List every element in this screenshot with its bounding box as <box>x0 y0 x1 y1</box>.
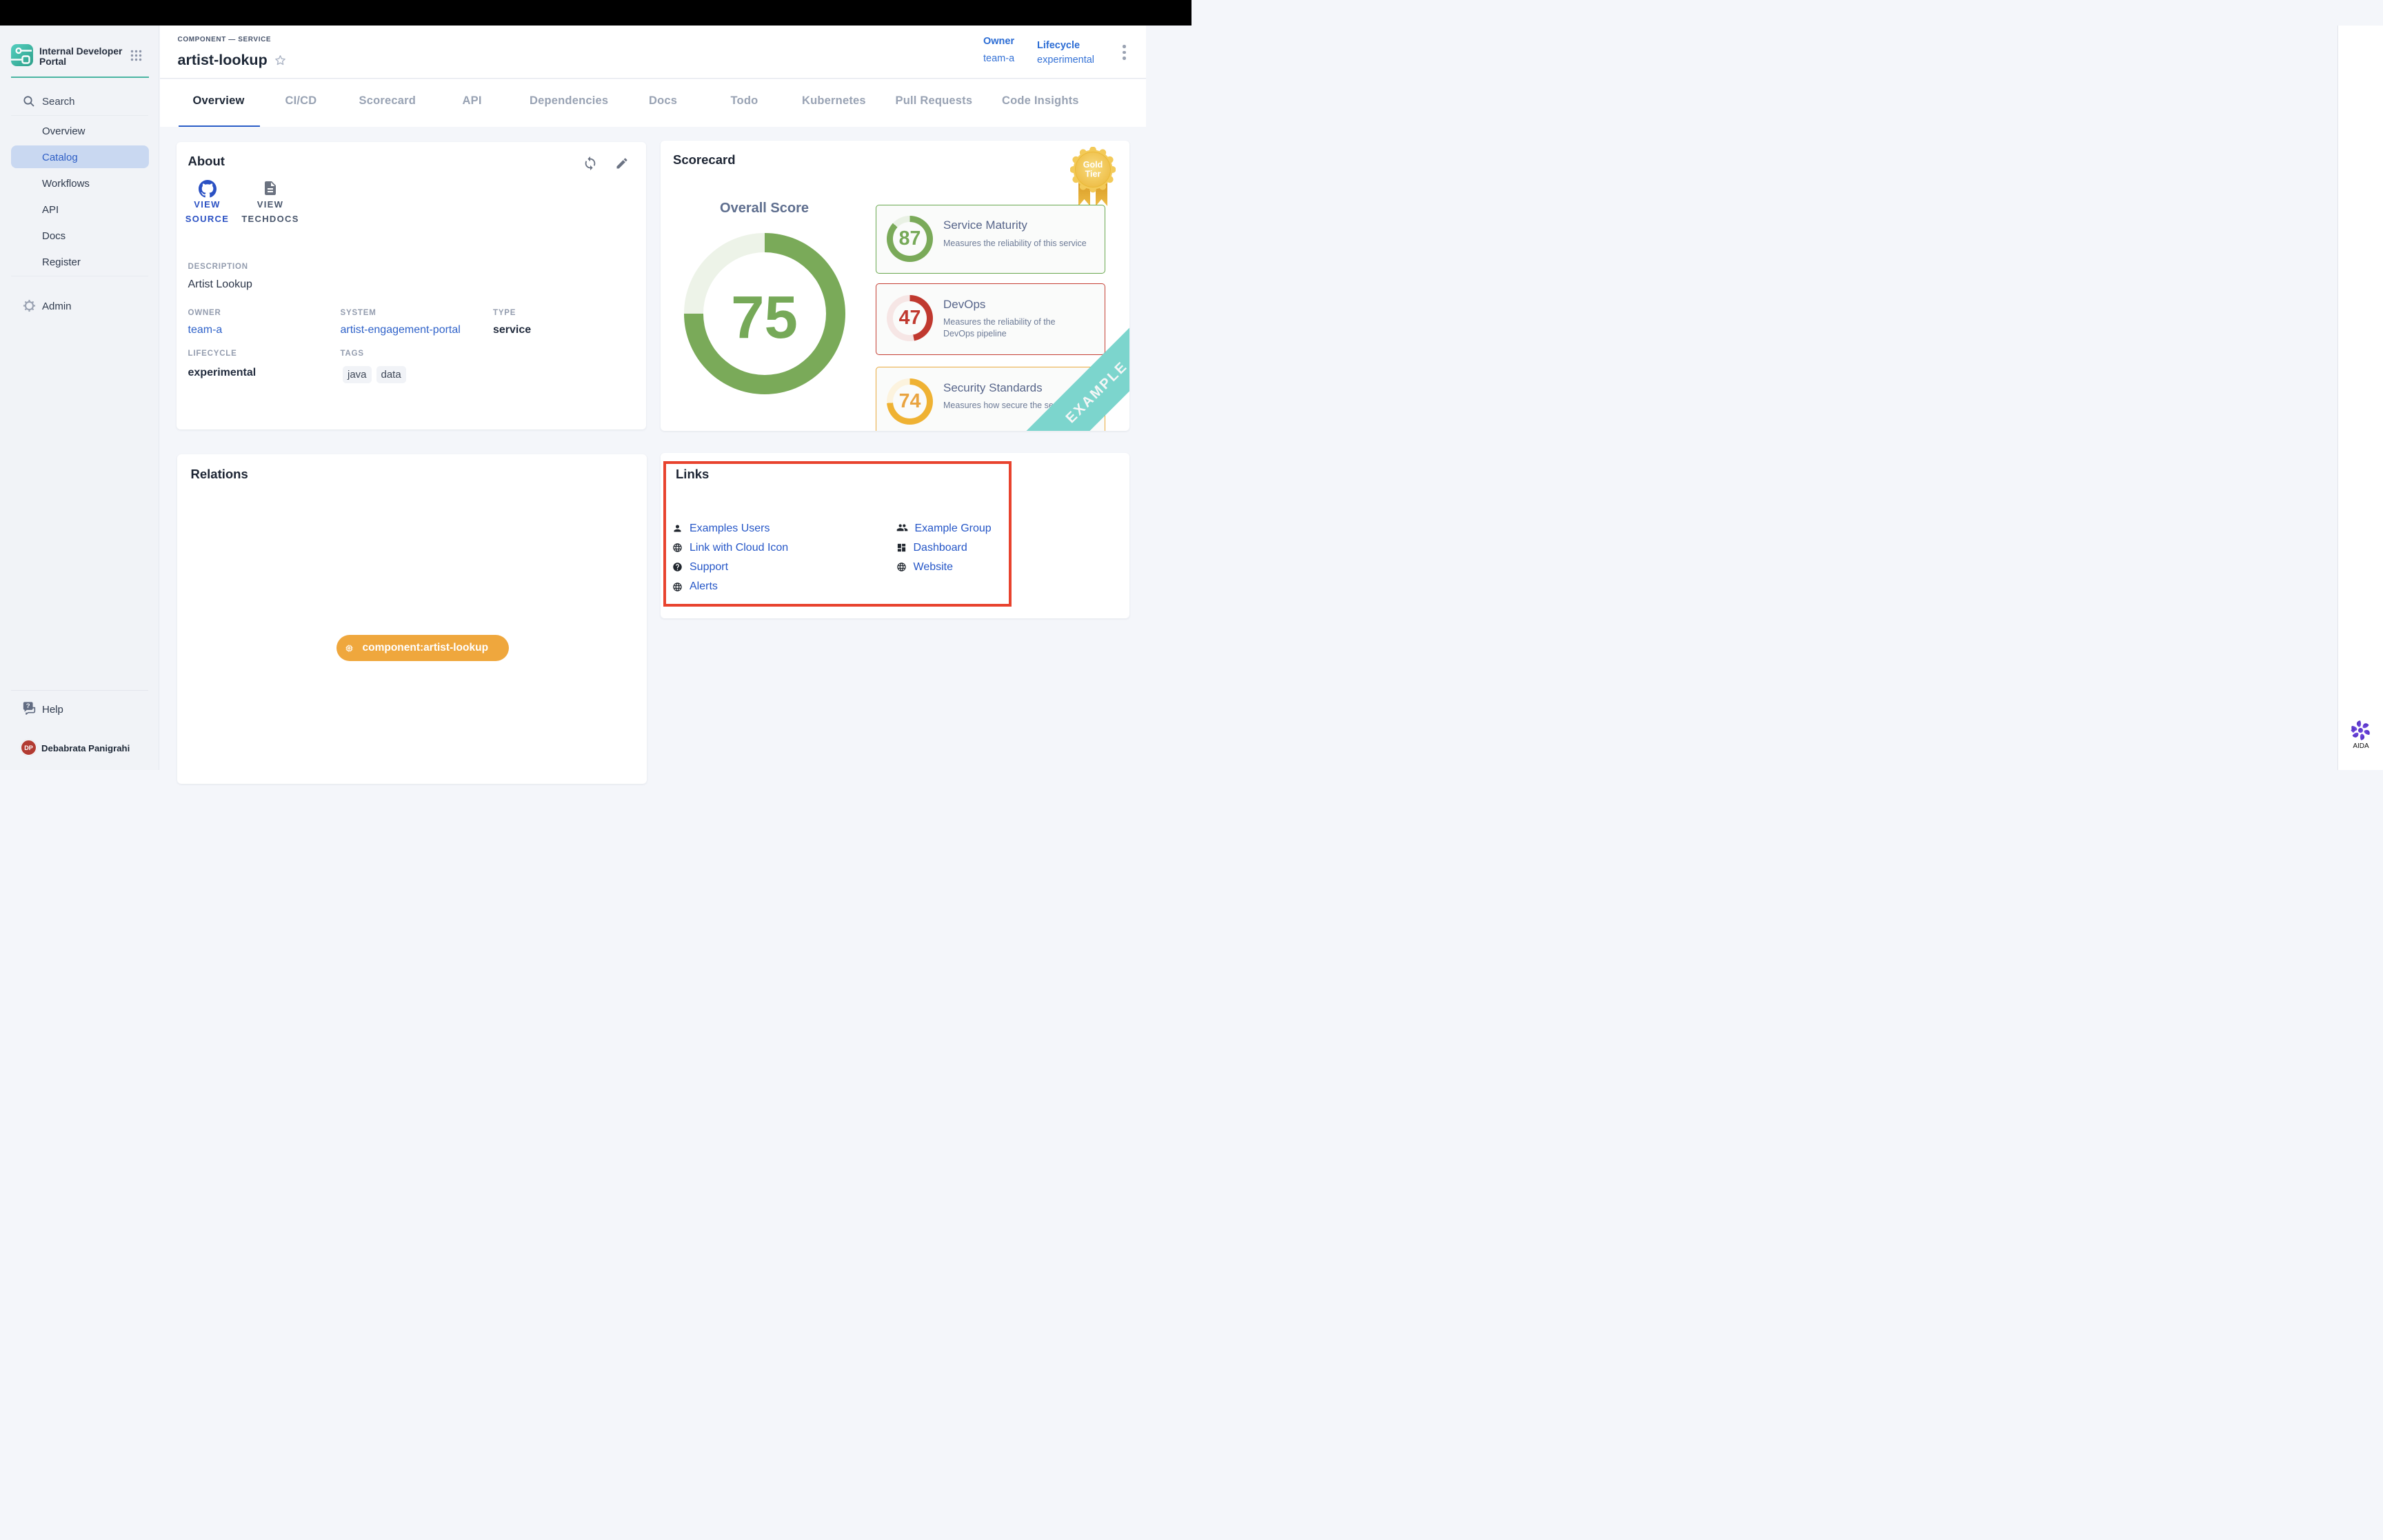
svg-text:Tier: Tier <box>1085 170 1101 179</box>
svg-text:?: ? <box>26 702 30 710</box>
svg-text:Gold: Gold <box>1083 160 1103 170</box>
